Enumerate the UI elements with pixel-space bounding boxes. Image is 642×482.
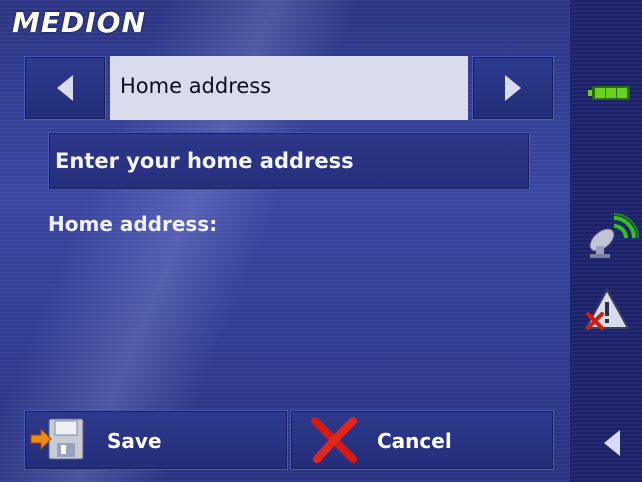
brand-logo: MEDION	[12, 6, 146, 39]
cancel-button[interactable]: Cancel	[290, 410, 554, 470]
prompt-label: Enter your home address	[55, 149, 354, 173]
gps-satellite-icon	[589, 213, 639, 258]
save-label: Save	[107, 429, 162, 453]
warning-off-icon	[584, 288, 630, 330]
save-disk-icon	[30, 418, 84, 460]
title-field: Home address	[110, 56, 468, 120]
next-button[interactable]	[472, 56, 554, 120]
back-arrow-icon[interactable]	[600, 428, 622, 458]
cancel-label: Cancel	[377, 429, 452, 453]
address-input-button[interactable]: Enter your home address	[48, 132, 530, 190]
arrow-right-icon	[505, 75, 521, 101]
cancel-x-icon	[311, 417, 357, 463]
save-button[interactable]: Save	[24, 410, 288, 470]
home-address-label: Home address:	[48, 212, 218, 236]
arrow-left-icon	[57, 75, 73, 101]
battery-icon	[588, 86, 630, 100]
prev-button[interactable]	[24, 56, 106, 120]
page-title: Home address	[120, 74, 272, 98]
